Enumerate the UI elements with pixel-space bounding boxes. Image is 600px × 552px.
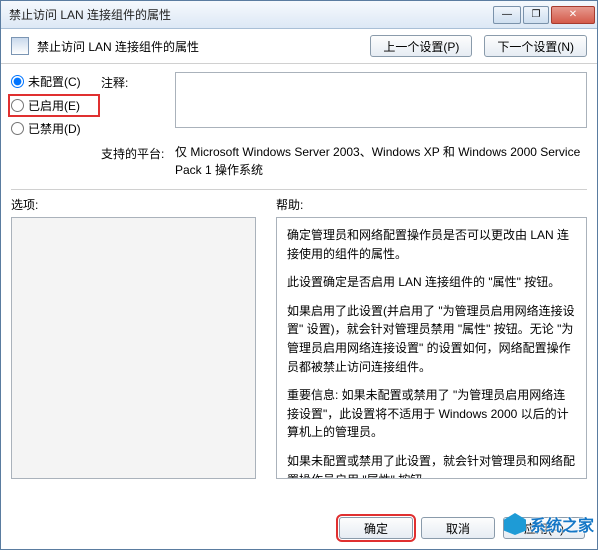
apply-button[interactable]: 应用(A): [503, 517, 585, 539]
cancel-button[interactable]: 取消: [421, 517, 495, 539]
platform-text: 仅 Microsoft Windows Server 2003、Windows …: [175, 143, 587, 179]
comment-textarea[interactable]: [175, 72, 587, 128]
radio-disabled-input[interactable]: [11, 122, 24, 135]
help-paragraph: 如果未配置或禁用了此设置，就会针对管理员和网络配置操作员启用 "属性" 按钮。: [287, 452, 576, 479]
help-paragraph: 如果启用了此设置(并启用了 "为管理员启用网络连接设置" 设置)，就会针对管理员…: [287, 302, 576, 376]
help-box[interactable]: 确定管理员和网络配置操作员是否可以更改由 LAN 连接使用的组件的属性。 此设置…: [276, 217, 587, 479]
previous-setting-button[interactable]: 上一个设置(P): [370, 35, 472, 57]
help-paragraph: 确定管理员和网络配置操作员是否可以更改由 LAN 连接使用的组件的属性。: [287, 226, 576, 263]
maximize-button[interactable]: ❐: [523, 6, 549, 24]
radio-enabled-input[interactable]: [11, 99, 24, 112]
radio-enabled-label: 已启用(E): [28, 97, 80, 114]
radio-not-configured[interactable]: 未配置(C): [11, 72, 97, 91]
radio-not-configured-label: 未配置(C): [28, 73, 81, 90]
header-title: 禁止访问 LAN 连接组件的属性: [37, 38, 358, 55]
window-controls: — ❐ ✕: [491, 6, 595, 24]
dialog-footer: 确定 取消 应用(A): [11, 509, 587, 549]
help-label: 帮助:: [276, 196, 587, 213]
dialog-body: 未配置(C) 注释: 已启用(E) 已禁用(D) 支持的平台: 仅 Micros…: [1, 64, 597, 549]
help-paragraph: 此设置确定是否启用 LAN 连接组件的 "属性" 按钮。: [287, 273, 576, 292]
options-column: 选项:: [11, 196, 256, 486]
help-paragraph: 重要信息: 如果未配置或禁用了 "为管理员启用网络连接设置"，此设置将不适用于 …: [287, 386, 576, 442]
dialog-header: 禁止访问 LAN 连接组件的属性 上一个设置(P) 下一个设置(N): [1, 29, 597, 64]
titlebar: 禁止访问 LAN 连接组件的属性 — ❐ ✕: [1, 1, 597, 29]
minimize-button[interactable]: —: [493, 6, 521, 24]
window-title: 禁止访问 LAN 连接组件的属性: [9, 6, 491, 23]
divider: [11, 189, 587, 190]
radio-enabled[interactable]: 已启用(E): [11, 97, 97, 114]
radio-disabled-label: 已禁用(D): [28, 120, 81, 137]
dialog-window: 禁止访问 LAN 连接组件的属性 — ❐ ✕ 禁止访问 LAN 连接组件的属性 …: [0, 0, 598, 550]
platform-label: 支持的平台:: [101, 143, 171, 179]
content-columns: 选项: 帮助: 确定管理员和网络配置操作员是否可以更改由 LAN 连接使用的组件…: [11, 196, 587, 486]
ok-button[interactable]: 确定: [339, 517, 413, 539]
close-button[interactable]: ✕: [551, 6, 595, 24]
radio-not-configured-input[interactable]: [11, 75, 24, 88]
help-column: 帮助: 确定管理员和网络配置操作员是否可以更改由 LAN 连接使用的组件的属性。…: [276, 196, 587, 486]
comment-label: 注释:: [101, 72, 171, 91]
radio-disabled[interactable]: 已禁用(D): [11, 120, 97, 137]
policy-icon: [11, 37, 29, 55]
options-label: 选项:: [11, 196, 256, 213]
next-setting-button[interactable]: 下一个设置(N): [484, 35, 587, 57]
options-box[interactable]: [11, 217, 256, 479]
